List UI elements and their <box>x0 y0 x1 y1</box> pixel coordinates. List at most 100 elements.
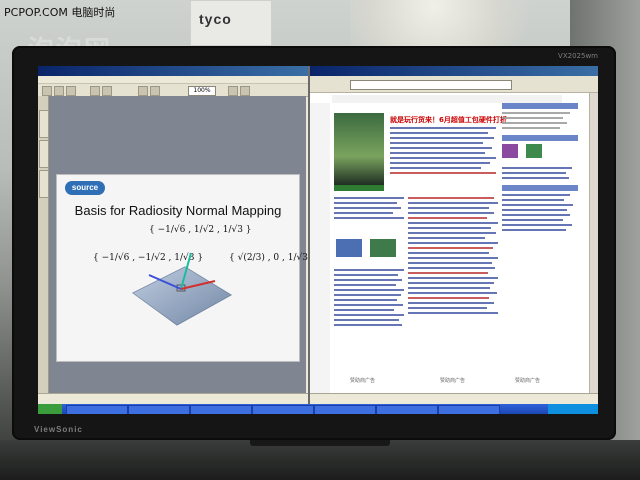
news-link[interactable] <box>408 302 495 304</box>
browser-scrollbar[interactable] <box>589 93 598 394</box>
thumbnail-image[interactable] <box>526 144 543 158</box>
sidebar-link[interactable] <box>502 209 568 211</box>
news-link[interactable] <box>408 227 491 229</box>
news-link[interactable] <box>408 262 492 264</box>
zoom-out-icon[interactable] <box>138 86 148 96</box>
ad-slot-label[interactable]: 赞助商广告 <box>350 377 375 384</box>
sidebar-link[interactable] <box>502 112 571 114</box>
taskbar-item[interactable] <box>66 405 128 414</box>
ad-slot-label[interactable]: 赞助商广告 <box>515 377 540 384</box>
site-nav-strip[interactable] <box>332 95 562 103</box>
system-tray[interactable] <box>548 404 598 414</box>
thumbnail-image[interactable] <box>370 239 396 257</box>
news-link[interactable] <box>408 197 495 199</box>
news-link[interactable] <box>390 142 484 144</box>
fit-width-icon[interactable] <box>240 86 250 96</box>
sidebar-link[interactable] <box>502 194 571 196</box>
sidebar-link[interactable] <box>502 204 574 206</box>
sidebar-link[interactable] <box>502 127 560 129</box>
news-link[interactable] <box>334 294 401 296</box>
taskbar-item[interactable] <box>190 405 252 414</box>
fit-page-icon[interactable] <box>228 86 238 96</box>
news-link[interactable] <box>408 287 490 289</box>
sidebar-link[interactable] <box>502 224 572 226</box>
news-link[interactable] <box>408 232 497 234</box>
pages-tab[interactable] <box>39 140 49 168</box>
sidebar-link[interactable] <box>502 117 563 119</box>
sidebar-link[interactable] <box>502 214 571 216</box>
news-link[interactable] <box>408 277 498 279</box>
taskbar-item[interactable] <box>376 405 438 414</box>
pdf-titlebar[interactable] <box>38 66 308 76</box>
news-link[interactable] <box>334 289 404 291</box>
news-link[interactable] <box>390 162 490 164</box>
news-link[interactable] <box>334 212 393 214</box>
ad-slot-label[interactable]: 赞助商广告 <box>440 377 465 384</box>
news-link[interactable] <box>408 307 488 309</box>
featured-photo[interactable] <box>334 113 384 185</box>
browser-titlebar[interactable] <box>310 66 598 76</box>
sidebar-link[interactable] <box>502 122 568 124</box>
thumbnail-image[interactable] <box>336 239 362 257</box>
news-link[interactable] <box>334 202 397 204</box>
zoom-in-icon[interactable] <box>150 86 160 96</box>
news-link[interactable] <box>390 167 482 169</box>
news-link[interactable] <box>408 267 496 269</box>
news-link[interactable] <box>408 202 498 204</box>
news-link[interactable] <box>408 212 494 214</box>
news-link[interactable] <box>334 217 404 219</box>
address-bar[interactable] <box>350 80 512 90</box>
news-link[interactable] <box>334 207 402 209</box>
news-link[interactable] <box>408 292 498 294</box>
news-link[interactable] <box>408 207 489 209</box>
news-link[interactable] <box>390 132 488 134</box>
page-headline[interactable]: 就是玩行货来！6月超值工包硬件打折 <box>390 115 507 125</box>
news-link[interactable] <box>408 252 489 254</box>
news-link[interactable] <box>408 242 498 244</box>
sidebar-link[interactable] <box>502 199 565 201</box>
start-button[interactable] <box>38 404 62 414</box>
taskbar-item[interactable] <box>314 405 376 414</box>
thumbnail-image[interactable] <box>502 144 518 158</box>
news-link[interactable] <box>334 304 404 306</box>
zoom-field[interactable]: 100% <box>188 86 216 96</box>
news-link[interactable] <box>390 152 486 154</box>
news-link[interactable] <box>408 282 494 284</box>
print-icon[interactable] <box>54 86 64 96</box>
bookmarks-tab[interactable] <box>39 110 49 138</box>
hand-tool-icon[interactable] <box>90 86 100 96</box>
sidebar-link[interactable] <box>502 177 569 179</box>
news-link[interactable] <box>408 237 486 239</box>
web-page[interactable]: 就是玩行货来！6月超值工包硬件打折 赞助商广告 赞助商广告 赞助商广告 <box>310 93 590 394</box>
sidebar-link[interactable] <box>502 229 566 231</box>
news-link[interactable] <box>408 312 498 314</box>
pdf-document-area[interactable]: source Basis for Radiosity Normal Mappin… <box>49 96 317 394</box>
news-link[interactable] <box>334 197 404 199</box>
sidebar-link[interactable] <box>502 219 563 221</box>
news-link[interactable] <box>390 137 494 139</box>
news-link[interactable] <box>390 147 492 149</box>
news-link[interactable] <box>334 309 395 311</box>
email-icon[interactable] <box>66 86 76 96</box>
sidebar-link[interactable] <box>502 167 572 169</box>
news-link[interactable] <box>334 284 396 286</box>
news-link[interactable] <box>334 299 397 301</box>
news-link[interactable] <box>334 279 402 281</box>
news-link[interactable] <box>334 314 404 316</box>
open-icon[interactable] <box>42 86 52 96</box>
taskbar-item[interactable] <box>128 405 190 414</box>
news-link[interactable] <box>334 274 399 276</box>
sidebar-link[interactable] <box>502 172 566 174</box>
news-link[interactable] <box>408 247 493 249</box>
select-tool-icon[interactable] <box>102 86 112 96</box>
news-link[interactable] <box>334 269 404 271</box>
news-link[interactable] <box>408 217 488 219</box>
pdf-menubar[interactable] <box>38 76 308 84</box>
news-link[interactable] <box>408 222 498 224</box>
news-link[interactable] <box>334 319 400 321</box>
news-link[interactable] <box>408 297 489 299</box>
news-link[interactable] <box>334 324 402 326</box>
news-link[interactable] <box>408 272 489 274</box>
news-link[interactable] <box>390 172 496 174</box>
news-link[interactable] <box>390 157 496 159</box>
